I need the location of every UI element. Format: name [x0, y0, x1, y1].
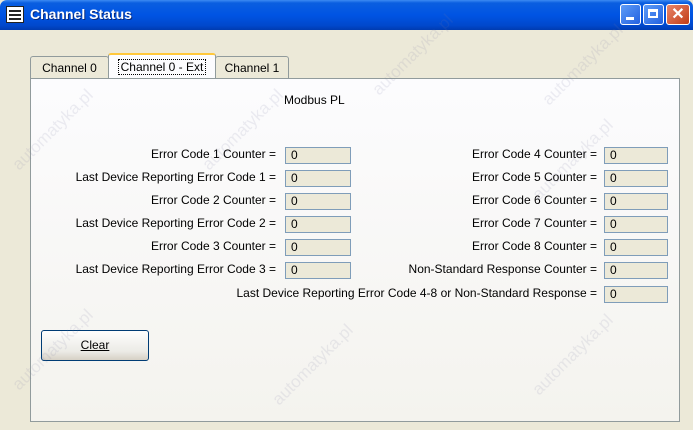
clear-button[interactable]: Clear	[41, 330, 149, 361]
error-code-3-counter-label: Error Code 3 Counter =	[150, 239, 276, 253]
close-button[interactable]: ✕	[666, 4, 690, 25]
last-device-error-code-3-label: Last Device Reporting Error Code 3 =	[75, 262, 276, 276]
panel-heading: Modbus PL	[284, 93, 345, 107]
channel-status-window: Channel Status ✕ Channel 0 Channel 0 - E…	[0, 0, 693, 430]
non-standard-response-counter-label: Non-Standard Response Counter =	[408, 262, 597, 276]
error-code-8-counter-field[interactable]: 0	[604, 239, 668, 256]
maximize-icon	[648, 9, 658, 18]
tab-channel-1[interactable]: Channel 1	[215, 56, 289, 78]
error-code-5-counter-field[interactable]: 0	[604, 170, 668, 187]
last-device-error-code-2-label: Last Device Reporting Error Code 2 =	[75, 216, 276, 230]
last-device-error-code-1-label: Last Device Reporting Error Code 1 =	[75, 170, 276, 184]
error-code-6-counter-field[interactable]: 0	[604, 193, 668, 210]
error-code-1-counter-label: Error Code 1 Counter =	[150, 147, 276, 161]
clear-button-label: Clear	[80, 338, 110, 352]
minimize-icon	[626, 17, 634, 20]
tab-label: Channel 1	[224, 61, 280, 75]
title-bar[interactable]: Channel Status ✕	[0, 0, 693, 30]
last-device-error-code-4-8-label: Last Device Reporting Error Code 4-8 or …	[236, 286, 597, 300]
error-code-5-counter-label: Error Code 5 Counter =	[471, 170, 597, 184]
close-icon: ✕	[671, 6, 685, 23]
error-code-8-counter-label: Error Code 8 Counter =	[471, 239, 597, 253]
non-standard-response-counter-field[interactable]: 0	[604, 262, 668, 279]
tab-channel-0-ext[interactable]: Channel 0 - Ext	[108, 53, 216, 78]
error-code-4-counter-label: Error Code 4 Counter =	[471, 147, 597, 161]
maximize-button[interactable]	[643, 4, 664, 25]
tab-channel-0[interactable]: Channel 0	[30, 56, 109, 78]
error-code-6-counter-label: Error Code 6 Counter =	[471, 193, 597, 207]
error-code-7-counter-label: Error Code 7 Counter =	[471, 216, 597, 230]
app-icon[interactable]	[6, 6, 24, 23]
tab-label: Channel 0	[42, 61, 97, 75]
tab-label: Channel 0 - Ext	[117, 59, 207, 75]
error-code-7-counter-field[interactable]: 0	[604, 216, 668, 233]
minimize-button[interactable]	[620, 4, 641, 25]
error-code-4-counter-field[interactable]: 0	[604, 147, 668, 164]
window-title: Channel Status	[30, 6, 132, 22]
last-device-error-code-4-8-field[interactable]: 0	[604, 286, 668, 303]
error-code-2-counter-label: Error Code 2 Counter =	[150, 193, 276, 207]
